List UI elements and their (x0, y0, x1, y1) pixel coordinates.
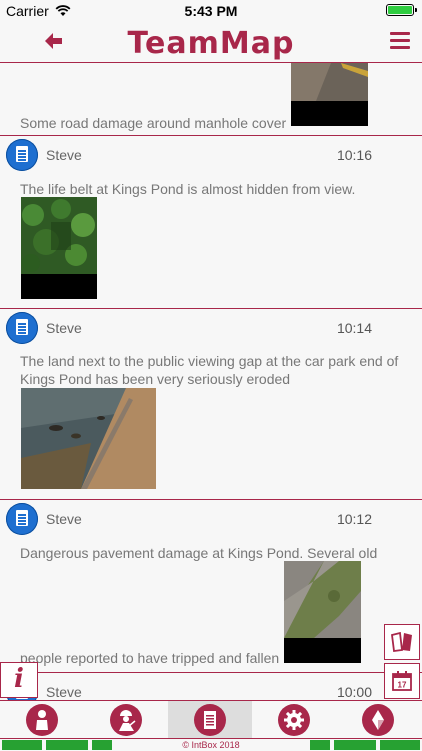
entry-header: Steve 10:12 (6, 503, 416, 535)
menu-button[interactable] (390, 32, 410, 53)
document-icon (6, 312, 38, 344)
menu-line (390, 46, 410, 49)
status-bar: Carrier 5:43 PM (0, 0, 422, 22)
app-header: TeamMap (0, 22, 422, 63)
battery-icon (386, 4, 417, 16)
tab-documents[interactable] (168, 701, 252, 739)
entry-text: people reported to have tripped and fall… (20, 650, 280, 666)
compass-icon (362, 704, 394, 736)
menu-line (390, 39, 410, 42)
feed-entry[interactable]: Steve 10:00 (0, 673, 422, 700)
entry-header: Steve 10:14 (6, 312, 416, 344)
calendar-button[interactable]: 17 (384, 663, 420, 699)
entry-time: 10:14 (336, 320, 372, 336)
document-icon (6, 139, 38, 171)
status-time: 5:43 PM (184, 3, 238, 19)
entry-user: Steve (46, 147, 82, 163)
documents-icon (194, 704, 226, 736)
entry-header: Steve 10:16 (6, 139, 416, 171)
entry-text: The life belt at Kings Pond is almost hi… (20, 181, 356, 197)
person-icon (26, 704, 58, 736)
entry-user: Steve (46, 684, 82, 700)
gear-icon (278, 704, 310, 736)
entry-text: Some road damage around manhole cover (20, 115, 287, 131)
worker-icon (110, 704, 142, 736)
copyright-text: © IntBox 2018 (182, 740, 240, 750)
entry-time: 10:16 (336, 147, 372, 163)
feed-entry[interactable]: Some road damage around manhole cover (0, 63, 422, 136)
entry-user: Steve (46, 320, 82, 336)
footer: © IntBox 2018 (0, 738, 422, 751)
report-feed[interactable]: Some road damage around manhole cover St… (0, 63, 422, 700)
entry-header: Steve 10:00 (6, 676, 416, 700)
info-button[interactable]: i (0, 662, 38, 698)
svg-text:17: 17 (398, 681, 407, 690)
tab-settings[interactable] (252, 701, 336, 739)
book-button[interactable] (384, 624, 420, 660)
document-icon (6, 503, 38, 535)
book-icon (391, 632, 412, 652)
tab-person[interactable] (0, 701, 84, 739)
feed-entry[interactable]: Steve 10:16 The life belt at Kings Pond … (0, 136, 422, 309)
entry-user: Steve (46, 511, 82, 527)
app-logo: TeamMap (127, 26, 295, 61)
calendar-icon: 17 (392, 671, 412, 691)
entry-photo[interactable] (21, 388, 156, 489)
tab-bar (0, 700, 422, 739)
entry-text: The land next to the public viewing gap … (20, 353, 399, 387)
entry-photo[interactable] (284, 561, 361, 663)
entry-time: 10:00 (336, 684, 372, 700)
entry-time: 10:12 (336, 511, 372, 527)
tab-worker[interactable] (84, 701, 168, 739)
entry-text: Dangerous pavement damage at Kings Pond.… (20, 545, 378, 561)
feed-entry[interactable]: Steve 10:14 The land next to the public … (0, 309, 422, 500)
tab-compass[interactable] (336, 701, 420, 739)
entry-photo[interactable] (291, 63, 368, 126)
feed-entry[interactable]: Steve 10:12 Dangerous pavement damage at… (0, 500, 422, 673)
entry-photo[interactable] (21, 197, 97, 299)
menu-line (390, 32, 410, 35)
